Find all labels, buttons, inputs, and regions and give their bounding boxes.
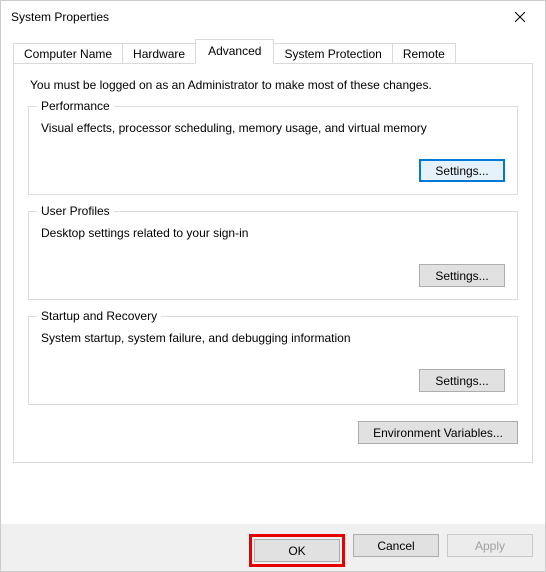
performance-settings-button[interactable]: Settings... [419, 159, 505, 182]
group-legend: Startup and Recovery [37, 309, 161, 323]
cancel-button[interactable]: Cancel [353, 534, 439, 557]
window-body: Computer Name Hardware Advanced System P… [1, 33, 545, 524]
tab-label: Remote [403, 47, 445, 61]
tab-advanced[interactable]: Advanced [195, 39, 274, 64]
startup-recovery-settings-button[interactable]: Settings... [419, 369, 505, 392]
group-legend: User Profiles [37, 204, 114, 218]
tab-label: Hardware [133, 47, 185, 61]
user-profiles-desc: Desktop settings related to your sign-in [41, 226, 505, 240]
performance-desc: Visual effects, processor scheduling, me… [41, 121, 505, 135]
ok-highlight: OK [249, 534, 345, 567]
tab-panel-advanced: You must be logged on as an Administrato… [13, 63, 533, 463]
group-user-profiles: User Profiles Desktop settings related t… [28, 211, 518, 300]
group-startup-recovery: Startup and Recovery System startup, sys… [28, 316, 518, 405]
tab-system-protection[interactable]: System Protection [273, 43, 392, 65]
dialog-buttons: OK Cancel Apply [1, 524, 545, 571]
tab-label: System Protection [284, 47, 381, 61]
group-legend: Performance [37, 99, 114, 113]
window-title: System Properties [11, 10, 109, 24]
tabs-container: Computer Name Hardware Advanced System P… [13, 39, 533, 463]
system-properties-window: System Properties Computer Name Hardware… [0, 0, 546, 572]
ok-button[interactable]: OK [254, 539, 340, 562]
tab-label: Computer Name [24, 47, 112, 61]
tab-hardware[interactable]: Hardware [122, 43, 196, 65]
tabstrip: Computer Name Hardware Advanced System P… [13, 39, 533, 63]
tab-label: Advanced [208, 44, 261, 58]
close-icon [515, 12, 525, 22]
startup-recovery-desc: System startup, system failure, and debu… [41, 331, 505, 345]
close-button[interactable] [497, 2, 543, 32]
admin-notice: You must be logged on as an Administrato… [30, 78, 518, 92]
group-performance: Performance Visual effects, processor sc… [28, 106, 518, 195]
environment-variables-button[interactable]: Environment Variables... [358, 421, 518, 444]
titlebar: System Properties [1, 1, 545, 33]
tab-remote[interactable]: Remote [392, 43, 456, 65]
user-profiles-settings-button[interactable]: Settings... [419, 264, 505, 287]
apply-button: Apply [447, 534, 533, 557]
tab-computer-name[interactable]: Computer Name [13, 43, 123, 65]
